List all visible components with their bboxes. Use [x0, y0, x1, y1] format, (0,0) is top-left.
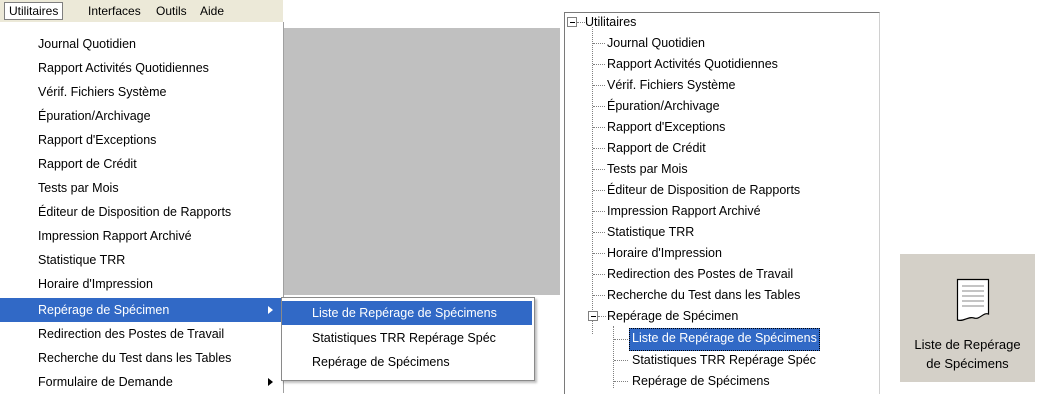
menu-bar: Utilitaires Interfaces Outils Aide — [0, 0, 283, 23]
tree-connector — [593, 148, 605, 149]
tree-connector — [577, 22, 585, 23]
tile-label-line1: Liste de Repérage — [914, 337, 1021, 352]
app-workspace — [283, 27, 560, 295]
tree-connector — [598, 316, 606, 317]
liste-reperage-tile[interactable]: Liste de Repérage de Spécimens — [900, 254, 1035, 382]
tree-node-recherche-test[interactable]: Recherche du Test dans les Tables — [607, 285, 800, 306]
tree-connector — [593, 106, 605, 107]
tree-connector — [593, 232, 605, 233]
tree-node-rapport-exceptions[interactable]: Rapport d'Exceptions — [607, 117, 725, 138]
menu-item-label: Horaire d'Impression — [38, 277, 153, 291]
menu-aide[interactable]: Aide — [196, 3, 228, 19]
menu-item-formulaire-demande[interactable]: Formulaire de Demande — [0, 370, 283, 394]
tree-node-tests-par-mois[interactable]: Tests par Mois — [607, 159, 688, 180]
utilitaires-dropdown: Journal Quotidien Rapport Activités Quot… — [0, 22, 284, 393]
tree-node-horaire-impression[interactable]: Horaire d'Impression — [607, 243, 722, 264]
collapse-icon[interactable] — [588, 311, 598, 321]
collapse-icon[interactable] — [567, 17, 577, 27]
menu-item-tests-par-mois[interactable]: Tests par Mois — [0, 176, 283, 200]
menu-item-journal-quotidien[interactable]: Journal Quotidien — [0, 32, 283, 56]
menu-item-label: Tests par Mois — [38, 181, 119, 195]
tree-connector — [614, 360, 628, 361]
menu-item-label: Recherche du Test dans les Tables — [38, 351, 232, 365]
tree-node-editeur-disposition[interactable]: Éditeur de Disposition de Rapports — [607, 180, 800, 201]
menu-item-label: Rapport Activités Quotidiennes — [38, 61, 209, 75]
tree-connector — [593, 64, 605, 65]
menu-item-label: Statistique TRR — [38, 253, 126, 267]
tree-node-rapport-activites[interactable]: Rapport Activités Quotidiennes — [607, 54, 778, 75]
menu-item-reperage-specimen[interactable]: Repérage de Spécimen — [0, 298, 283, 322]
submenu-arrow-icon — [268, 306, 273, 314]
menu-item-label: Rapport de Crédit — [38, 157, 137, 171]
submenu-item-reperage-specimens[interactable]: Repérage de Spécimens — [282, 350, 532, 374]
tree-connector — [593, 127, 605, 128]
menu-item-redirection-postes[interactable]: Redirection des Postes de Travail — [0, 322, 283, 346]
tree-connector — [614, 339, 628, 340]
utilitaires-tree: Utilitaires Journal Quotidien Rapport Ac… — [564, 12, 880, 394]
tree-connector — [593, 85, 605, 86]
menu-item-label: Repérage de Spécimen — [38, 303, 170, 317]
submenu-item-label: Repérage de Spécimens — [312, 355, 450, 369]
document-icon — [956, 278, 990, 322]
menu-item-rapport-exceptions[interactable]: Rapport d'Exceptions — [0, 128, 283, 152]
workspace-edge — [283, 27, 560, 28]
menu-item-epuration[interactable]: Épuration/Archivage — [0, 104, 283, 128]
menu-item-editeur-disposition[interactable]: Éditeur de Disposition de Rapports — [0, 200, 283, 224]
menu-item-rapport-credit[interactable]: Rapport de Crédit — [0, 152, 283, 176]
tree-connector — [593, 274, 605, 275]
tree-connector — [593, 253, 605, 254]
menu-item-horaire-impression[interactable]: Horaire d'Impression — [0, 272, 283, 296]
menu-item-label: Impression Rapport Archivé — [38, 229, 192, 243]
tile-label: Liste de Repérage de Spécimens — [900, 335, 1035, 373]
menu-item-label: Épuration/Archivage — [38, 109, 151, 123]
menu-item-statistique-trr[interactable]: Statistique TRR — [0, 248, 283, 272]
menu-item-label: Rapport d'Exceptions — [38, 133, 157, 147]
menu-item-verif-fichiers[interactable]: Vérif. Fichiers Système — [0, 80, 283, 104]
menu-item-label: Vérif. Fichiers Système — [38, 85, 167, 99]
menu-item-recherche-test[interactable]: Recherche du Test dans les Tables — [0, 346, 283, 370]
menu-item-impression-archive[interactable]: Impression Rapport Archivé — [0, 224, 283, 248]
tree-connector — [593, 295, 605, 296]
menu-item-label: Journal Quotidien — [38, 37, 136, 51]
submenu-item-label: Statistiques TRR Repérage Spéc — [312, 331, 496, 345]
submenu-item-liste-reperage[interactable]: Liste de Repérage de Spécimens — [282, 301, 532, 325]
menu-outils[interactable]: Outils — [152, 3, 191, 19]
tree-node-impression-archive[interactable]: Impression Rapport Archivé — [607, 201, 761, 222]
tree-connector — [593, 190, 605, 191]
submenu-item-statistiques-trr[interactable]: Statistiques TRR Repérage Spéc — [282, 326, 532, 350]
tree-node-epuration[interactable]: Épuration/Archivage — [607, 96, 720, 117]
menu-item-label: Redirection des Postes de Travail — [38, 327, 225, 341]
tree-connector — [613, 326, 614, 388]
tree-connector — [593, 169, 605, 170]
tree-node-redirection-postes[interactable]: Redirection des Postes de Travail — [607, 264, 793, 285]
tree-node-statistiques-trr-reperage[interactable]: Statistiques TRR Repérage Spéc — [632, 350, 816, 371]
tree-connector — [614, 381, 628, 382]
menu-interfaces[interactable]: Interfaces — [84, 3, 145, 19]
tree-connector — [593, 211, 605, 212]
tree-connector — [593, 43, 605, 44]
menu-utilitaires[interactable]: Utilitaires — [4, 2, 64, 20]
tree-node-journal-quotidien[interactable]: Journal Quotidien — [607, 33, 705, 54]
submenu-item-label: Liste de Repérage de Spécimens — [312, 306, 497, 320]
submenu-arrow-icon — [268, 378, 273, 386]
tree-connector — [592, 27, 593, 334]
tile-label-line2: de Spécimens — [926, 356, 1009, 371]
tree-node-reperage-specimens[interactable]: Repérage de Spécimens — [632, 371, 770, 392]
reperage-submenu: Liste de Repérage de Spécimens Statistiq… — [281, 297, 535, 381]
tree-node-rapport-credit[interactable]: Rapport de Crédit — [607, 138, 706, 159]
tree-node-liste-reperage[interactable]: Liste de Repérage de Spécimens — [629, 328, 820, 351]
tree-node-statistique-trr[interactable]: Statistique TRR — [607, 222, 694, 243]
menu-item-rapport-activites[interactable]: Rapport Activités Quotidiennes — [0, 56, 283, 80]
tree-node-verif-fichiers[interactable]: Vérif. Fichiers Système — [607, 75, 736, 96]
menu-item-label: Éditeur de Disposition de Rapports — [38, 205, 232, 219]
menu-item-label: Formulaire de Demande — [38, 375, 173, 389]
tree-node-reperage-specimen[interactable]: Repérage de Spécimen — [607, 306, 738, 327]
